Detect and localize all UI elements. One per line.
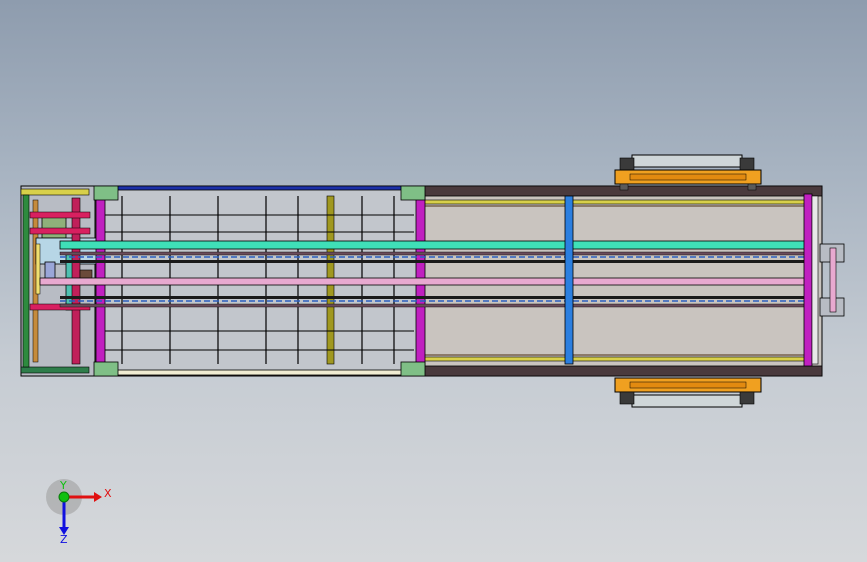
chain-rail-3	[60, 296, 812, 299]
bottom-carriage-wheel-r	[739, 391, 755, 405]
pink-rail	[39, 277, 813, 286]
bottom-side-carriage[interactable]	[614, 377, 762, 408]
magenta-post-end	[803, 193, 813, 367]
assembly-model[interactable]: X Y Z	[0, 0, 867, 562]
corner-plate-tl	[93, 185, 119, 201]
coordinate-triad: X Y Z	[46, 479, 112, 546]
blue-coupler	[44, 261, 56, 281]
top-carriage-inner	[629, 173, 747, 181]
left-yellow-stem	[35, 243, 41, 295]
cad-graphics-viewport[interactable]: X Y Z	[0, 0, 867, 562]
top-carriage-wheel-r	[739, 157, 755, 171]
red-bar-1	[29, 211, 91, 219]
z-axis-label: Z	[60, 533, 68, 546]
y-axis-dot	[58, 491, 70, 503]
cyan-rail	[59, 240, 813, 250]
tensioner-shaft	[829, 247, 837, 313]
bottom-carriage-rail	[631, 394, 743, 408]
top-side-carriage[interactable]	[614, 154, 762, 191]
chain-rail-1	[59, 251, 813, 256]
blue-cross-post	[564, 195, 574, 365]
chain-rail-2	[60, 260, 812, 263]
top-carriage-rail	[631, 154, 743, 168]
x-axis-label: X	[104, 487, 112, 500]
red-bar-2	[29, 227, 91, 235]
corner-plate-tr	[400, 185, 426, 201]
corner-plate-br	[400, 361, 426, 377]
end-white-post	[811, 195, 819, 365]
left-green-post	[22, 194, 30, 368]
y-axis-label: Y	[59, 479, 67, 492]
corner-plate-bl	[93, 361, 119, 377]
bottom-carriage-wheel-l	[619, 391, 635, 405]
chain-rail-4	[59, 303, 813, 308]
top-carriage-wheel-l	[619, 157, 635, 171]
left-green-bar	[20, 366, 90, 374]
bottom-carriage-inner	[629, 381, 747, 389]
x-arrow-head	[94, 492, 102, 502]
left-yellow-bar	[20, 188, 90, 196]
